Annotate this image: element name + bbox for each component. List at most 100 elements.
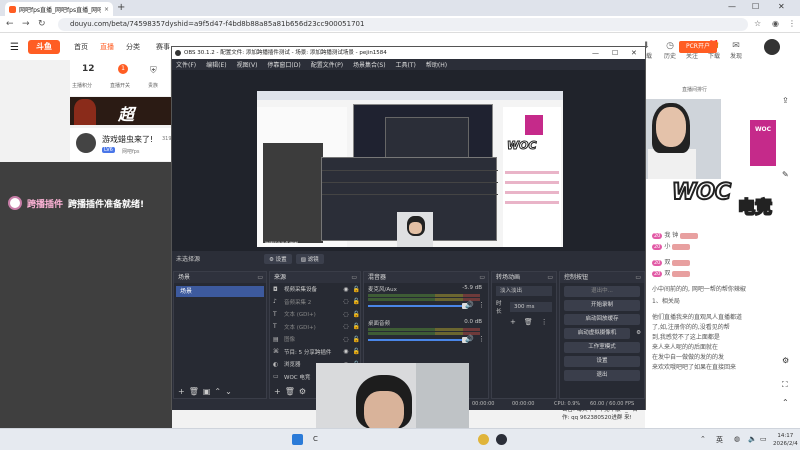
speaker-icon[interactable]: 🔊 <box>465 335 474 343</box>
scene-filter-icon[interactable]: ▣ <box>203 387 211 396</box>
back-button[interactable]: ← <box>6 19 14 29</box>
ad-badge[interactable]: WOC <box>750 120 776 166</box>
hamburger-icon[interactable]: ☰ <box>10 42 19 53</box>
ime-indicator[interactable]: 英 <box>716 435 723 445</box>
topbar-history[interactable]: ◷ 历史 <box>664 41 676 60</box>
battery-icon[interactable]: ▭ <box>760 435 767 443</box>
transition-select[interactable]: 淡入淡出 <box>496 286 552 296</box>
settings-side-icon[interactable]: ⚙ <box>782 356 789 365</box>
source-item[interactable]: ▤ 图像 ◌ 🔓 <box>270 333 360 346</box>
eye-off-icon[interactable]: ◌ <box>343 311 348 318</box>
menu-view[interactable]: 视图(V) <box>237 60 258 69</box>
add-scene-icon[interactable]: + <box>178 387 185 396</box>
studio-mode-button[interactable]: 工作室模式 <box>564 342 640 353</box>
tray-arrow-icon[interactable]: ⌃ <box>700 435 706 443</box>
star-icon[interactable]: ☆ <box>754 19 761 28</box>
fullscreen-icon[interactable]: ⛶ <box>782 380 788 390</box>
obs-titlebar[interactable]: OBS 30.1.2 - 配置文件: 添加跨播插件测试 - 场景: 添加跨播测试… <box>172 47 645 59</box>
add-transition-icon[interactable]: + <box>510 318 516 326</box>
dock-float-icon[interactable]: ▭ <box>547 272 553 283</box>
eye-off-icon[interactable]: ◌ <box>343 298 348 305</box>
menu-tools[interactable]: 工具(T) <box>396 60 416 69</box>
browser-tab[interactable]: 网吧fps直播_网吧fps直播_网吧 × <box>5 2 113 16</box>
taskbar-search[interactable]: C <box>313 435 318 443</box>
window-maximize-button[interactable]: ☐ <box>752 2 759 11</box>
dock-float-icon[interactable]: ▭ <box>635 272 641 283</box>
stop-streaming-button[interactable]: 退出中... <box>564 286 640 297</box>
ad-video[interactable] <box>646 99 721 179</box>
profile-icon[interactable]: ◉ <box>772 19 779 28</box>
window-minimize-button[interactable]: — <box>728 2 736 11</box>
transition-menu-icon[interactable]: ⋮ <box>541 318 548 326</box>
eye-icon[interactable]: ◉ <box>343 286 348 293</box>
obs-minimize-button[interactable]: — <box>592 47 599 59</box>
obs-close-button[interactable]: ✕ <box>631 47 637 59</box>
speaker-icon[interactable]: 🔊 <box>465 301 474 309</box>
lock-icon[interactable]: 🔓 <box>353 298 360 305</box>
lock-icon[interactable]: 🔓 <box>353 323 360 330</box>
source-item[interactable]: T 文本 (GDI+) ◌ 🔓 <box>270 321 360 334</box>
properties-button[interactable]: ⚙ 设置 <box>264 253 292 264</box>
virtual-camera-button[interactable]: 启动虚拟摄像机 ⚙ <box>564 328 641 339</box>
remove-transition-icon[interactable]: 🗑 <box>524 318 533 326</box>
exit-button[interactable]: 退出 <box>564 370 640 381</box>
virtual-camera-settings-icon[interactable]: ⚙ <box>636 328 641 339</box>
lock-icon[interactable]: 🔓 <box>353 348 360 355</box>
taskbar-clock[interactable]: 14:17 2026/2/4 <box>773 432 798 448</box>
remove-scene-icon[interactable]: 🗑 <box>189 387 199 396</box>
chrome-icon[interactable] <box>478 434 489 445</box>
menu-file[interactable]: 文件(F) <box>176 60 196 69</box>
menu-profile[interactable]: 配置文件(P) <box>311 60 343 69</box>
dock-float-icon[interactable]: ▭ <box>351 272 357 283</box>
start-icon[interactable] <box>292 434 303 445</box>
url-field[interactable]: douyu.com/beta/74598357dyshid=a9f5d47-f4… <box>58 18 748 31</box>
duration-field[interactable]: 300 ms <box>509 302 552 312</box>
promo-banner[interactable]: 超 <box>70 97 175 125</box>
scene-item[interactable]: 场景 <box>176 286 264 297</box>
eye-off-icon[interactable]: ◌ <box>343 336 348 343</box>
lock-icon[interactable]: 🔓 <box>353 336 360 343</box>
menu-docks[interactable]: 停靠窗口(D) <box>267 60 300 69</box>
window-close-button[interactable]: ✕ <box>778 2 785 11</box>
new-tab-button[interactable]: + <box>117 2 125 13</box>
reload-button[interactable]: ↻ <box>38 19 46 29</box>
douyu-logo[interactable]: 斗鱼 <box>28 40 60 54</box>
dock-float-icon[interactable]: ▭ <box>257 272 263 283</box>
user-avatar[interactable] <box>764 39 780 55</box>
eye-icon[interactable]: ◉ <box>343 348 348 355</box>
replay-buffer-button[interactable]: 启动回放缓存 <box>564 314 640 325</box>
settings-button[interactable]: 设置 <box>564 356 640 367</box>
obs-preview[interactable]: 跨播插件准备就绪! WOC <box>172 70 645 251</box>
source-item[interactable]: ♪ 音频采集 2 ◌ 🔓 <box>270 296 360 309</box>
move-up-icon[interactable]: ⌃ <box>214 387 221 396</box>
network-icon[interactable]: ◍ <box>734 435 740 443</box>
volume-slider[interactable] <box>368 303 468 309</box>
kebab-menu-icon[interactable]: ⋮ <box>478 335 485 343</box>
lock-icon[interactable]: 🔓 <box>353 286 360 293</box>
kebab-menu-icon[interactable]: ⋮ <box>478 301 485 309</box>
top-icon[interactable]: ⌃ <box>782 398 789 407</box>
dock-float-icon[interactable]: ▭ <box>479 272 485 283</box>
move-down-icon[interactable]: ⌄ <box>225 387 232 396</box>
nav-live[interactable]: 直播 <box>100 42 114 52</box>
menu-help[interactable]: 帮助(H) <box>426 60 447 69</box>
source-item[interactable]: T 文本 (GDI+) ◌ 🔓 <box>270 308 360 321</box>
lock-icon[interactable]: 🔓 <box>353 311 360 318</box>
nav-esports[interactable]: 赛事 <box>156 42 170 52</box>
volume-slider[interactable] <box>368 337 468 343</box>
forward-button[interactable]: → <box>22 19 30 29</box>
add-source-icon[interactable]: + <box>274 387 281 396</box>
obs-maximize-button[interactable]: ☐ <box>612 47 618 59</box>
browser-menu-icon[interactable]: ⋮ <box>788 19 796 28</box>
menu-edit[interactable]: 编辑(E) <box>206 60 226 69</box>
remove-source-icon[interactable]: 🗑 <box>285 387 295 396</box>
pcr-button[interactable]: PCR开户 <box>679 41 717 53</box>
nav-category[interactable]: 分类 <box>126 42 140 52</box>
filters-button[interactable]: ▨ 滤镜 <box>295 253 324 264</box>
volume-icon[interactable]: 🔈 <box>748 435 757 443</box>
topbar-discover[interactable]: ✉ 发现 <box>730 41 742 60</box>
streamer-avatar[interactable] <box>76 133 96 153</box>
menu-scene-collection[interactable]: 场景集合(S) <box>353 60 386 69</box>
obs-taskbar-icon[interactable] <box>496 434 507 445</box>
source-settings-icon[interactable]: ⚙ <box>299 387 306 396</box>
